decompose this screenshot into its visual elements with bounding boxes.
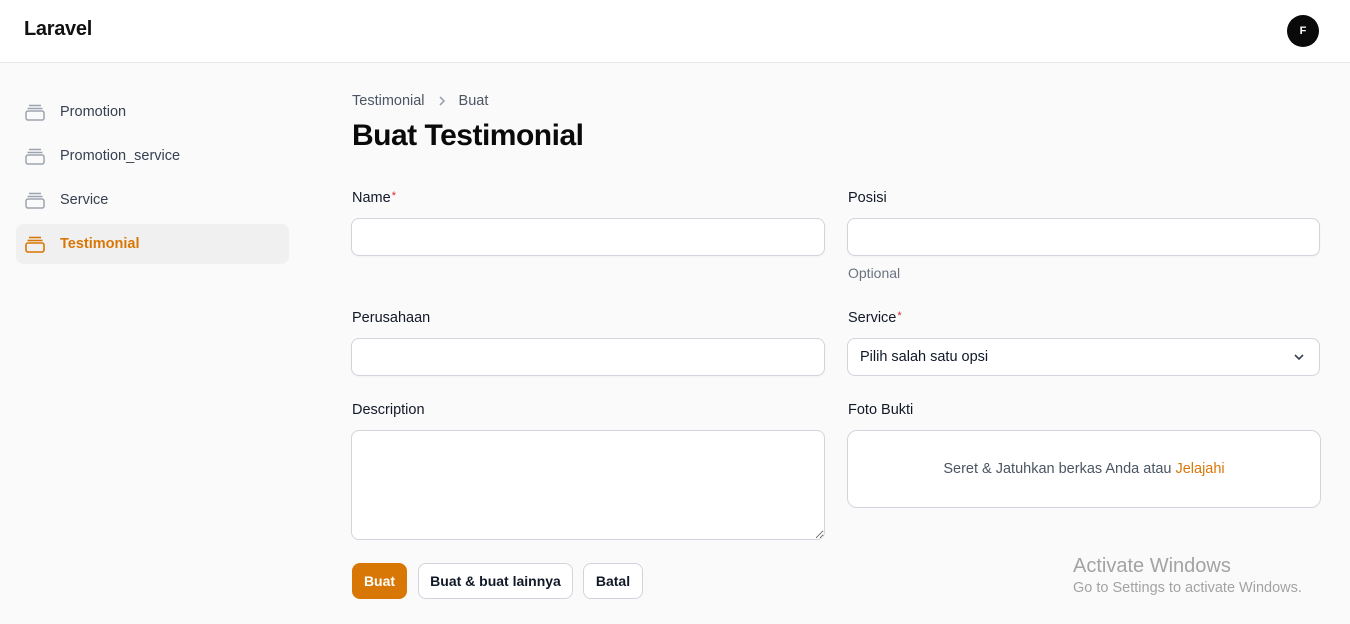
description-label: Description xyxy=(352,402,425,418)
windows-activation-watermark: Activate Windows Go to Settings to activ… xyxy=(1073,554,1302,596)
required-marker: * xyxy=(391,190,396,202)
rectangle-stack-icon xyxy=(24,146,46,166)
breadcrumb-parent-link[interactable]: Testimonial xyxy=(352,93,425,109)
rectangle-stack-icon xyxy=(24,234,46,254)
name-input[interactable] xyxy=(351,218,825,256)
chevron-right-icon xyxy=(437,95,447,107)
breadcrumb: Testimonial Buat xyxy=(352,93,488,109)
sidebar-item-label: Promotion xyxy=(60,104,127,120)
sidebar-item-label: Service xyxy=(60,192,109,208)
rectangle-stack-icon xyxy=(24,102,46,122)
breadcrumb-current: Buat xyxy=(458,93,489,109)
page-title: Buat Testimonial xyxy=(352,119,584,152)
sidebar-item-label: Promotion_service xyxy=(60,148,181,164)
posisi-label: Posisi xyxy=(848,190,887,206)
watermark-subtitle: Go to Settings to activate Windows. xyxy=(1073,580,1302,596)
service-label-text: Service xyxy=(848,310,897,326)
sidebar: Promotion Promotion_service Service Test… xyxy=(16,92,289,268)
name-label: Name* xyxy=(352,190,396,206)
service-select-value: Pilih salah satu opsi xyxy=(860,349,989,365)
perusahaan-input[interactable] xyxy=(351,338,825,376)
required-marker: * xyxy=(897,310,902,322)
foto-bukti-label: Foto Bukti xyxy=(848,402,914,418)
user-avatar[interactable]: F xyxy=(1287,15,1319,47)
watermark-title: Activate Windows xyxy=(1073,555,1231,577)
sidebar-item-promotion[interactable]: Promotion xyxy=(16,92,289,132)
chevron-down-icon xyxy=(1293,351,1305,367)
posisi-input[interactable] xyxy=(847,218,1320,256)
create-button[interactable]: Buat xyxy=(352,563,407,599)
description-textarea[interactable] xyxy=(351,430,825,540)
brand-logo[interactable]: Laravel xyxy=(24,18,92,41)
posisi-hint: Optional xyxy=(848,265,901,281)
rectangle-stack-icon xyxy=(24,190,46,210)
service-select[interactable]: Pilih salah satu opsi xyxy=(847,338,1320,376)
service-label: Service* xyxy=(848,310,902,326)
sidebar-item-service[interactable]: Service xyxy=(16,180,289,220)
browse-link[interactable]: Jelajahi xyxy=(1175,461,1224,477)
top-bar: Laravel F xyxy=(0,0,1350,63)
sidebar-item-testimonial[interactable]: Testimonial xyxy=(16,224,289,264)
perusahaan-label: Perusahaan xyxy=(352,310,431,326)
sidebar-item-label: Testimonial xyxy=(60,236,140,252)
create-another-button[interactable]: Buat & buat lainnya xyxy=(418,563,573,599)
file-dropzone[interactable]: Seret & Jatuhkan berkas Anda atau Jelaja… xyxy=(847,430,1321,508)
dropzone-prompt: Seret & Jatuhkan berkas Anda atau xyxy=(943,461,1172,477)
sidebar-item-promotion-service[interactable]: Promotion_service xyxy=(16,136,289,176)
name-label-text: Name xyxy=(352,190,391,206)
cancel-button[interactable]: Batal xyxy=(583,563,643,599)
